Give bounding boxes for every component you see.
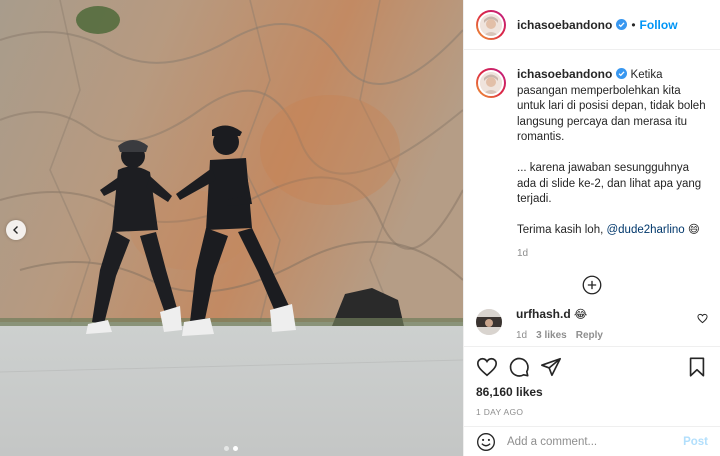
follow-button[interactable]: Follow: [640, 18, 678, 32]
verified-badge-icon: [616, 68, 628, 79]
caption: ichasoebandono Ketika pasangan memperbol…: [476, 67, 708, 261]
post-image: [0, 0, 463, 456]
caption-mention[interactable]: @dude2harlino: [606, 224, 684, 236]
caption-age: 1d: [517, 247, 529, 259]
add-comment-bar: Post: [464, 426, 720, 456]
post-date: 1 DAY AGO: [476, 407, 524, 417]
comment-item: urfhash.d 😂 1d 3 likes Reply: [476, 307, 708, 341]
smiley-icon[interactable]: [476, 432, 496, 452]
carousel-dot: [224, 446, 229, 451]
comment-text: 😂: [573, 309, 588, 321]
avatar-icon: [480, 13, 502, 36]
post-side-panel: ichasoebandono • Follow ichasoebandono K…: [463, 0, 720, 456]
chevron-left-icon: [13, 226, 18, 234]
separator-dot: •: [631, 17, 636, 32]
previous-slide-button[interactable]: [6, 220, 26, 240]
likes-count[interactable]: 86,160 likes: [476, 385, 708, 399]
reply-button[interactable]: Reply: [576, 330, 603, 341]
post-photo[interactable]: [0, 0, 463, 456]
author-avatar[interactable]: [476, 9, 506, 40]
paper-plane-icon[interactable]: [540, 356, 562, 378]
heart-icon[interactable]: [476, 356, 498, 378]
commenter-username[interactable]: urfhash.d: [516, 307, 571, 321]
caption-author-username[interactable]: ichasoebandono: [517, 67, 612, 81]
author-username[interactable]: ichasoebandono: [517, 18, 612, 32]
caption-text: Ketika pasangan memperbolehkan kita untu…: [517, 69, 706, 236]
avatar-icon: [476, 309, 502, 335]
post-comment-button[interactable]: Post: [683, 436, 708, 448]
comment-like-heart-icon[interactable]: [697, 313, 708, 324]
load-more-comments: [476, 275, 708, 295]
verified-badge-icon: [616, 19, 628, 30]
carousel-indicator: [224, 446, 238, 451]
post-actions: 86,160 likes 1 DAY AGO: [464, 346, 720, 417]
caption-author-avatar[interactable]: [476, 68, 506, 98]
avatar-icon: [480, 72, 502, 94]
comment-age: 1d: [516, 330, 528, 341]
comments-section: ichasoebandono Ketika pasangan memperbol…: [464, 51, 720, 345]
comment-icon[interactable]: [508, 356, 530, 378]
post-header: ichasoebandono • Follow: [464, 0, 720, 50]
comment-input[interactable]: [507, 435, 684, 448]
plus-circle-icon[interactable]: [582, 275, 602, 295]
carousel-dot-active: [233, 446, 238, 451]
comment-likes[interactable]: 3 likes: [536, 330, 567, 341]
commenter-avatar[interactable]: [476, 309, 502, 335]
caption-emoji: 😄: [687, 224, 700, 236]
bookmark-icon[interactable]: [686, 356, 708, 378]
